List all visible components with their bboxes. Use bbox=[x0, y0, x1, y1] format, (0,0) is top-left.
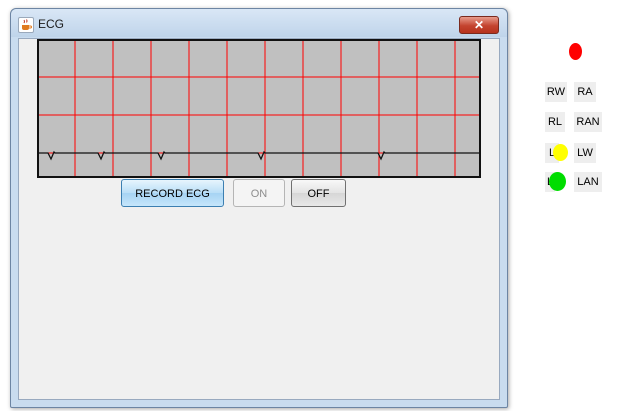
green-indicator-dot bbox=[549, 172, 566, 191]
lead-label-lw: LW bbox=[574, 143, 596, 163]
off-button[interactable]: OFF bbox=[291, 179, 346, 207]
lead-label-rw: RW bbox=[545, 82, 567, 102]
window-title: ECG bbox=[38, 17, 65, 31]
lead-label-ran: RAN bbox=[574, 112, 602, 132]
close-button[interactable]: ✕ bbox=[459, 16, 499, 34]
ecg-plot-panel bbox=[37, 39, 481, 178]
record-ecg-button[interactable]: RECORD ECG bbox=[121, 179, 224, 207]
lead-label-ra: RA bbox=[574, 82, 596, 102]
on-button[interactable]: ON bbox=[233, 179, 285, 207]
content-pane: RECORD ECG ON OFF bbox=[18, 38, 500, 400]
title-bar[interactable]: ECG ✕ bbox=[11, 9, 507, 37]
lead-label-rl: RL bbox=[545, 112, 565, 132]
lead-label-lan: LAN bbox=[574, 172, 602, 192]
ecg-grid bbox=[39, 41, 479, 176]
ecg-window: ECG ✕ RECORD ECG ON OFF bbox=[10, 8, 508, 408]
yellow-indicator-dot bbox=[553, 144, 568, 161]
red-indicator-dot bbox=[569, 43, 582, 60]
java-coffee-cup-icon bbox=[18, 17, 34, 33]
close-icon: ✕ bbox=[473, 18, 485, 32]
